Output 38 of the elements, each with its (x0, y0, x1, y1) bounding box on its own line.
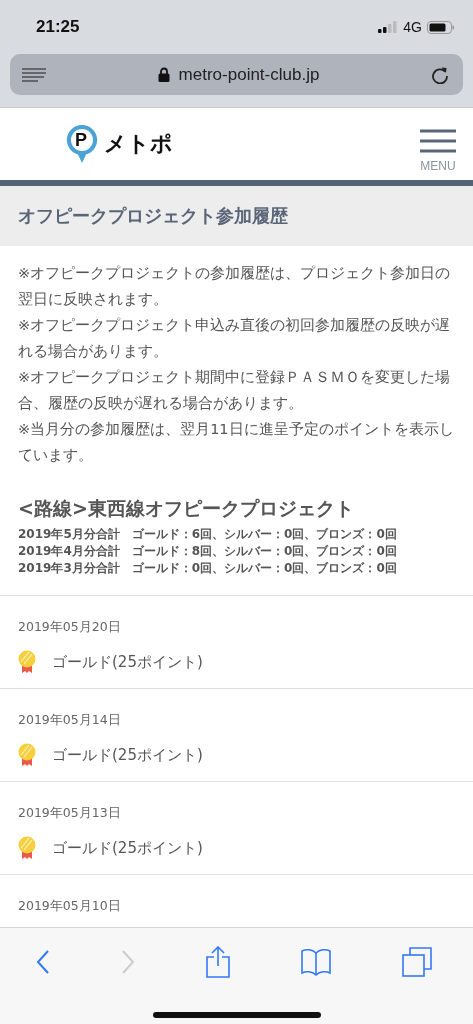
total-counts: ゴールド：6回、シルバー：0回、ブロンズ：0回 (131, 526, 397, 543)
notice-text: ※当月分の参加履歴は、翌月11日に進呈予定のポイントを表示しています。 (18, 420, 455, 465)
medal-icon (18, 836, 36, 860)
history-date: 2019年05月20日 (18, 619, 121, 634)
network-label: 4G (403, 19, 422, 35)
total-counts: ゴールド：0回、シルバー：0回、ブロンズ：0回 (131, 560, 397, 577)
share-icon[interactable] (205, 946, 230, 978)
logo-pin-icon (66, 124, 98, 164)
back-icon[interactable] (35, 949, 50, 975)
history-date: 2019年05月10日 (18, 898, 121, 913)
notice-text: ※オフピークプロジェクトの参加履歴は、プロジェクト参加日の翌日に反映されます。 (18, 264, 452, 309)
total-month: 2019年3月分合計 (18, 560, 120, 577)
book-icon[interactable] (300, 948, 331, 976)
award-text: ゴールド(25ポイント) (52, 652, 203, 672)
reload-icon[interactable] (431, 65, 449, 84)
award-text: ゴールド(25ポイント) (52, 745, 203, 765)
notice-text: ※オフピークプロジェクト申込み直後の初回参加履歴の反映が遅れる場合があります。 (18, 316, 452, 361)
award-text: ゴールド(25ポイント) (52, 838, 203, 858)
address-bar[interactable]: metro-point-club.jp (10, 54, 463, 95)
page-title: オフピークプロジェクト参加履歴 (18, 204, 289, 228)
medal-icon (18, 650, 36, 674)
total-month: 2019年4月分合計 (18, 543, 120, 560)
notice-text: ※オフピークプロジェクト期間中に登録ＰＡＳＭＯを変更した場合、履歴の反映が遅れる場合があります。 (18, 368, 452, 413)
tabs-icon[interactable] (401, 947, 432, 977)
history-date: 2019年05月14日 (18, 712, 121, 727)
lock-icon (157, 67, 170, 82)
reader-icon[interactable] (22, 67, 46, 82)
total-month: 2019年5月分合計 (18, 526, 120, 543)
history-date: 2019年05月13日 (18, 805, 121, 820)
battery-icon (427, 20, 455, 34)
url-text: metro-point-club.jp (178, 64, 320, 85)
medal-icon (18, 743, 36, 767)
project-title: <路線>東西線オフピークプロジェクト (18, 496, 355, 521)
logo-text: メトポ (104, 130, 173, 158)
total-counts: ゴールド：8回、シルバー：0回、ブロンズ：0回 (131, 543, 397, 560)
signal-icon (378, 21, 399, 33)
logo-letter: P (75, 130, 87, 151)
status-time: 21:25 (36, 17, 80, 37)
